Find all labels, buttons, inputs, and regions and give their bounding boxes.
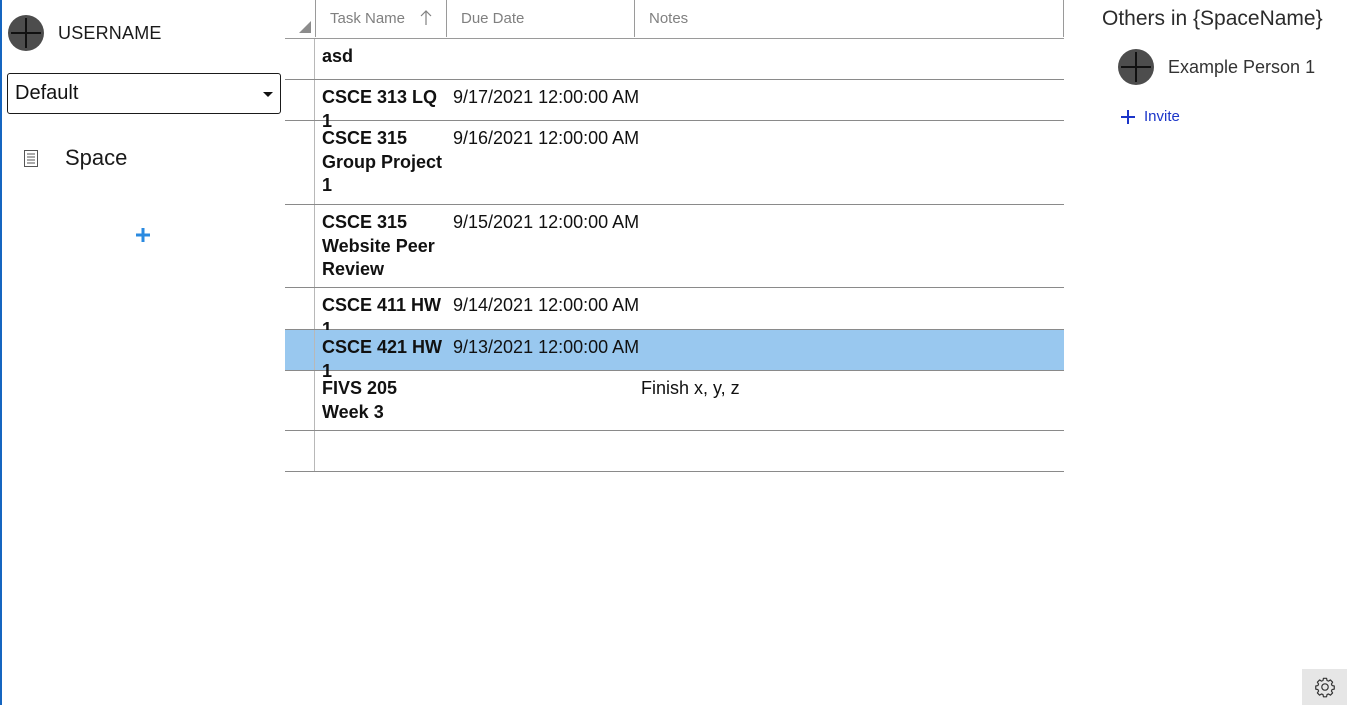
row-header[interactable] <box>285 39 315 79</box>
task-name-cell[interactable]: CSCE 315 Website Peer Review <box>322 211 446 282</box>
avatar[interactable] <box>8 15 44 51</box>
right-pane: Others in {SpaceName} Example Person 1 I… <box>1102 0 1347 705</box>
table-row[interactable]: CSCE 315 Website Peer Review 9/15/2021 1… <box>285 205 1064 288</box>
table-row[interactable]: FIVS 205 Week 3 Finish x, y, z <box>285 371 1064 431</box>
plus-icon <box>136 228 150 242</box>
column-header-notes[interactable]: Notes <box>635 0 1063 37</box>
row-header[interactable] <box>285 121 315 204</box>
app-window: USERNAME Default Space Task Name Due Dat… <box>0 0 1347 705</box>
others-title: Others in {SpaceName} <box>1102 7 1323 30</box>
column-header-label: Due Date <box>461 10 525 27</box>
settings-button[interactable] <box>1302 669 1347 705</box>
task-name-cell[interactable]: asd <box>322 45 446 69</box>
invite-label: Invite <box>1144 108 1180 125</box>
row-header[interactable] <box>285 205 315 287</box>
table-row[interactable]: CSCE 315 Group Project 1 9/16/2021 12:00… <box>285 121 1064 205</box>
column-header-label: Notes <box>649 10 689 27</box>
table-row-selected[interactable]: CSCE 421 HW 1 9/13/2021 12:00:00 AM <box>285 330 1064 381</box>
due-date-cell[interactable]: 9/14/2021 12:00:00 AM <box>453 294 643 318</box>
sidebar-item-space[interactable]: Space <box>24 145 127 171</box>
task-name-cell[interactable]: FIVS 205 Week 3 <box>322 377 446 424</box>
invite-button[interactable]: Invite <box>1120 108 1180 125</box>
user-profile[interactable]: USERNAME <box>8 14 162 52</box>
table-row[interactable]: CSCE 313 LQ 1 9/17/2021 12:00:00 AM <box>285 80 1064 131</box>
space-dropdown-value: Default <box>15 82 79 104</box>
notes-cell[interactable]: Finish x, y, z <box>641 377 1041 401</box>
column-header-due-date[interactable]: Due Date <box>447 0 634 37</box>
header-divider <box>1063 0 1064 37</box>
sidebar-item-label: Space <box>65 145 128 170</box>
plus-icon <box>1121 109 1135 124</box>
column-header-label: Task Name <box>330 10 406 27</box>
person-name: Example Person 1 <box>1168 56 1316 77</box>
due-date-cell[interactable]: 9/13/2021 12:00:00 AM <box>453 336 643 360</box>
table-row[interactable]: CSCE 411 HW 1 9/14/2021 12:00:00 AM <box>285 288 1064 339</box>
table-row-new[interactable] <box>285 431 1064 472</box>
left-pane: USERNAME Default Space <box>2 0 285 705</box>
table-row[interactable]: asd <box>285 39 1064 80</box>
task-name-cell[interactable]: CSCE 315 Group Project 1 <box>322 127 446 198</box>
due-date-cell[interactable]: 9/16/2021 12:00:00 AM <box>453 127 643 151</box>
select-all-corner[interactable] <box>299 21 311 33</box>
add-space-button[interactable] <box>133 225 153 245</box>
avatar <box>1118 49 1154 85</box>
row-header[interactable] <box>285 431 315 471</box>
sort-ascending-icon <box>420 10 432 25</box>
chevron-down-icon <box>263 92 273 97</box>
task-grid: Task Name Due Date Notes asd CSCE 313 LQ… <box>285 0 1064 472</box>
username-label: USERNAME <box>58 22 162 43</box>
person-item[interactable]: Example Person 1 <box>1118 49 1315 85</box>
due-date-cell[interactable]: 9/15/2021 12:00:00 AM <box>453 211 643 235</box>
space-dropdown[interactable]: Default <box>7 73 281 114</box>
row-header[interactable] <box>285 288 315 329</box>
gear-icon <box>1314 677 1335 698</box>
document-icon <box>24 149 38 167</box>
row-header[interactable] <box>285 330 315 370</box>
grid-header: Task Name Due Date Notes <box>285 0 1064 39</box>
row-header[interactable] <box>285 80 315 120</box>
due-date-cell[interactable]: 9/17/2021 12:00:00 AM <box>453 86 643 110</box>
row-header[interactable] <box>285 371 315 430</box>
